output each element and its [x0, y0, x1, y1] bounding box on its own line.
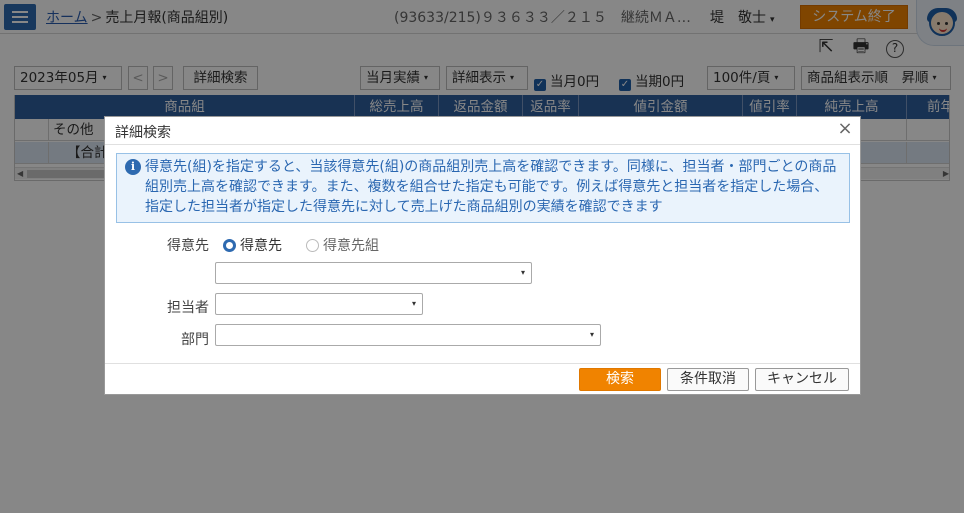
radio-label: 得意先	[240, 238, 282, 254]
chevron-down-icon: ▾	[411, 299, 416, 308]
clear-conditions-button[interactable]: 条件取消	[667, 368, 749, 391]
customer-select[interactable]: ▾	[215, 262, 532, 284]
department-label: 部門	[181, 332, 209, 348]
close-icon[interactable]: ×	[834, 118, 856, 140]
cancel-button[interactable]: キャンセル	[755, 368, 849, 391]
radio-selected-icon	[223, 239, 236, 252]
radio-customer[interactable]: 得意先	[223, 235, 282, 255]
chevron-down-icon: ▾	[589, 330, 594, 339]
chevron-down-icon: ▾	[520, 268, 525, 277]
detail-search-dialog: 詳細検索 × i 得意先(組)を指定すると、当該得意先(組)の商品組別売上高を確…	[104, 116, 861, 395]
department-select[interactable]: ▾	[215, 324, 601, 346]
info-icon: i	[125, 159, 141, 175]
divider	[105, 144, 860, 145]
radio-unselected-icon	[306, 239, 319, 252]
staff-select[interactable]: ▾	[215, 293, 423, 315]
customer-label: 得意先	[167, 238, 209, 254]
staff-label: 担当者	[167, 300, 209, 316]
radio-label: 得意先組	[323, 238, 379, 254]
info-text: 得意先(組)を指定すると、当該得意先(組)の商品組別売上高を確認できます。同様に…	[145, 159, 837, 215]
info-message: i 得意先(組)を指定すると、当該得意先(組)の商品組別売上高を確認できます。同…	[116, 153, 850, 223]
divider	[105, 363, 860, 364]
radio-customer-group[interactable]: 得意先組	[306, 235, 379, 255]
search-button[interactable]: 検索	[579, 368, 661, 391]
dialog-title: 詳細検索	[115, 125, 171, 141]
